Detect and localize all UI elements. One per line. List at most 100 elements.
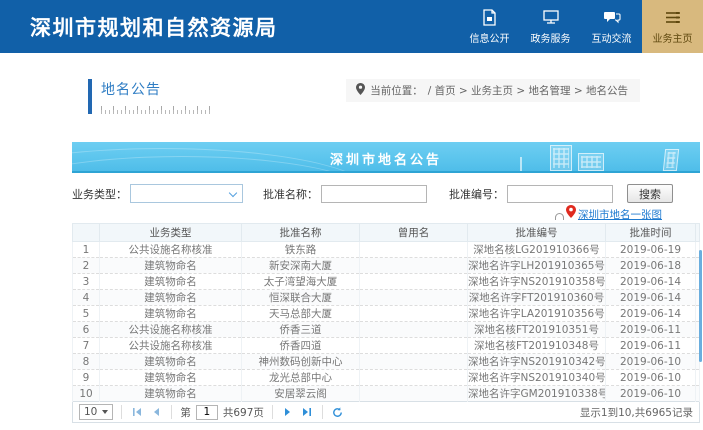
table-cell [360,290,468,306]
caret-down-icon [102,410,108,414]
page-number-input[interactable] [196,405,218,420]
search-button[interactable]: 搜索 [627,184,673,203]
table-cell [360,306,468,322]
table-row[interactable]: 7公共设施名称核准侨香四道 深地名核FT201910348号2019-06-11 [73,338,700,354]
refresh-button[interactable] [331,405,345,419]
table-cell: 公共设施名称核准 [100,242,242,258]
page-size-select[interactable]: 10 [79,404,113,420]
table-cell: 2019-06-18 [606,258,696,274]
scrollbar-thumb[interactable] [699,250,702,362]
table-cell: 4 [73,290,100,306]
table-row[interactable]: 1公共设施名称核准铁东路 深地名核LG201910366号2019-06-19 [73,242,700,258]
table-cell: 深地名核FT201910348号 [468,338,606,354]
table-cell: 建筑物命名 [100,354,242,370]
next-page-button[interactable] [281,405,295,419]
list-icon [664,9,682,26]
table-row[interactable]: 8建筑物命名神州数码创新中心深地名许字NS201910342号2019-06-1… [73,354,700,370]
monitor-icon [542,9,560,26]
table-cell: 8 [73,354,100,370]
breadcrumb-path[interactable]: / 首页 > 业务主页 > 地名管理 > 地名公告 [428,83,628,98]
col-business-type: 业务类型 [100,224,242,242]
table-row[interactable]: 3建筑物命名太子湾望海大厦深地名许字NS201910358号2019-06-14 [73,274,700,290]
map-link-row: 深圳市地名一张图 [72,207,662,221]
nav-label: 业务主页 [653,30,693,45]
table-row[interactable]: 10建筑物命名安居翠云阁深地名许字GM201910338号2019-06-10 [73,386,700,402]
nav-item-interaction[interactable]: 互动交流 [581,0,642,53]
table-cell: 深地名许字NS201910342号 [468,354,606,370]
table-cell: 2 [73,258,100,274]
table-cell: 太子湾望海大厦 [242,274,360,290]
pagination-bar: 10 第 共697页 显示1到1 [72,402,700,423]
filter-bar: 业务类型： 批准名称： 批准编号： 搜索 [72,184,700,203]
col-approval-date: 批准时间 [606,224,696,242]
business-type-select[interactable] [130,184,243,203]
table-cell: 深地名核LG201910366号 [468,242,606,258]
table-row[interactable]: 4建筑物命名恒深联合大厦深地名许字FT201910360号2019-06-14 [73,290,700,306]
table-cell [360,322,468,338]
table-body: 1公共设施名称核准铁东路深地名核LG201910366号2019-06-192建… [73,242,700,402]
city-map-link[interactable]: 深圳市地名一张图 [578,207,662,222]
name-filter-label: 批准名称： [263,186,318,202]
divider [121,405,122,419]
table-cell: 建筑物命名 [100,386,242,402]
record-summary: 显示1到10,共6965记录 [580,405,693,420]
table-cell: 龙光总部中心 [242,370,360,386]
col-spacer [696,224,700,242]
table-row[interactable]: 5建筑物命名天马总部大厦深地名许字LA201910356号2019-06-14 [73,306,700,322]
table-cell: 2019-06-14 [606,274,696,290]
section-title-block: 地名公告 [88,79,213,114]
table-cell: 2019-06-11 [606,338,696,354]
table-cell: 深地名许字GM201910338号 [468,386,606,402]
table-cell: 天马总部大厦 [242,306,360,322]
table-cell: 深地名许字NS201910358号 [468,274,606,290]
table-row[interactable]: 9建筑物命名龙光总部中心深地名许字NS201910340号2019-06-10 [73,370,700,386]
col-approved-name: 批准名称 [242,224,360,242]
table-cell: 建筑物命名 [100,274,242,290]
table-cell: 铁东路 [242,242,360,258]
table-cell: 公共设施名称核准 [100,338,242,354]
table-row[interactable]: 2建筑物命名新安深南大厦深地名许字LH201910365号2019-06-18 [73,258,700,274]
table-cell [360,354,468,370]
breadcrumb-label: 当前位置： [370,83,423,98]
approved-name-input[interactable] [321,185,427,203]
nav-label: 政务服务 [531,30,571,45]
table-cell: 6 [73,322,100,338]
table-cell [360,386,468,402]
table-cell: 1 [73,242,100,258]
section-row: 地名公告 当前位置： / 首页 > 业务主页 > 地名管理 > 地名公告 [88,79,640,114]
table-cell: 2019-06-10 [606,354,696,370]
page: 深圳市规划和自然资源局 信息公开 政务服务 互动交流 [0,0,703,430]
page-size-value: 10 [84,406,97,418]
table-cell: 公共设施名称核准 [100,322,242,338]
table-cell: 2019-06-11 [606,322,696,338]
table-row[interactable]: 6公共设施名称核准侨香三道深地名核FT201910351号2019-06-11 [73,322,700,338]
table-cell: 7 [73,338,100,354]
page-prefix-label: 第 [180,405,191,420]
banner-title: 深圳市地名公告 [72,149,700,168]
site-title: 深圳市规划和自然资源局 [30,12,278,42]
table-cell: 建筑物命名 [100,290,242,306]
nav-item-info-disclosure[interactable]: 信息公开 [459,0,520,53]
table-cell: 深地名许字LH201910365号 [468,258,606,274]
divider [272,405,273,419]
banner: 深圳市地名公告 [72,142,700,173]
chat-icon [603,9,621,26]
nav-item-business-home[interactable]: 业务主页 [642,0,703,53]
table-cell: 安居翠云阁 [242,386,360,402]
nav-label: 信息公开 [470,30,510,45]
table-cell: 2019-06-19 [606,242,696,258]
type-filter-label: 业务类型： [72,186,127,202]
col-former-name: 曾用名 [360,224,468,242]
nav-item-gov-services[interactable]: 政务服务 [520,0,581,53]
col-index [73,224,100,242]
table-cell [360,258,468,274]
table-cell [360,274,468,290]
table-cell: 侨香三道 [242,322,360,338]
prev-page-button[interactable] [149,405,163,419]
approval-code-input[interactable] [507,185,613,203]
ruler-decoration [101,106,213,114]
table-cell: 侨香四道 [242,338,360,354]
table-cell: 建筑物命名 [100,370,242,386]
first-page-button[interactable] [130,405,144,419]
last-page-button[interactable] [300,405,314,419]
